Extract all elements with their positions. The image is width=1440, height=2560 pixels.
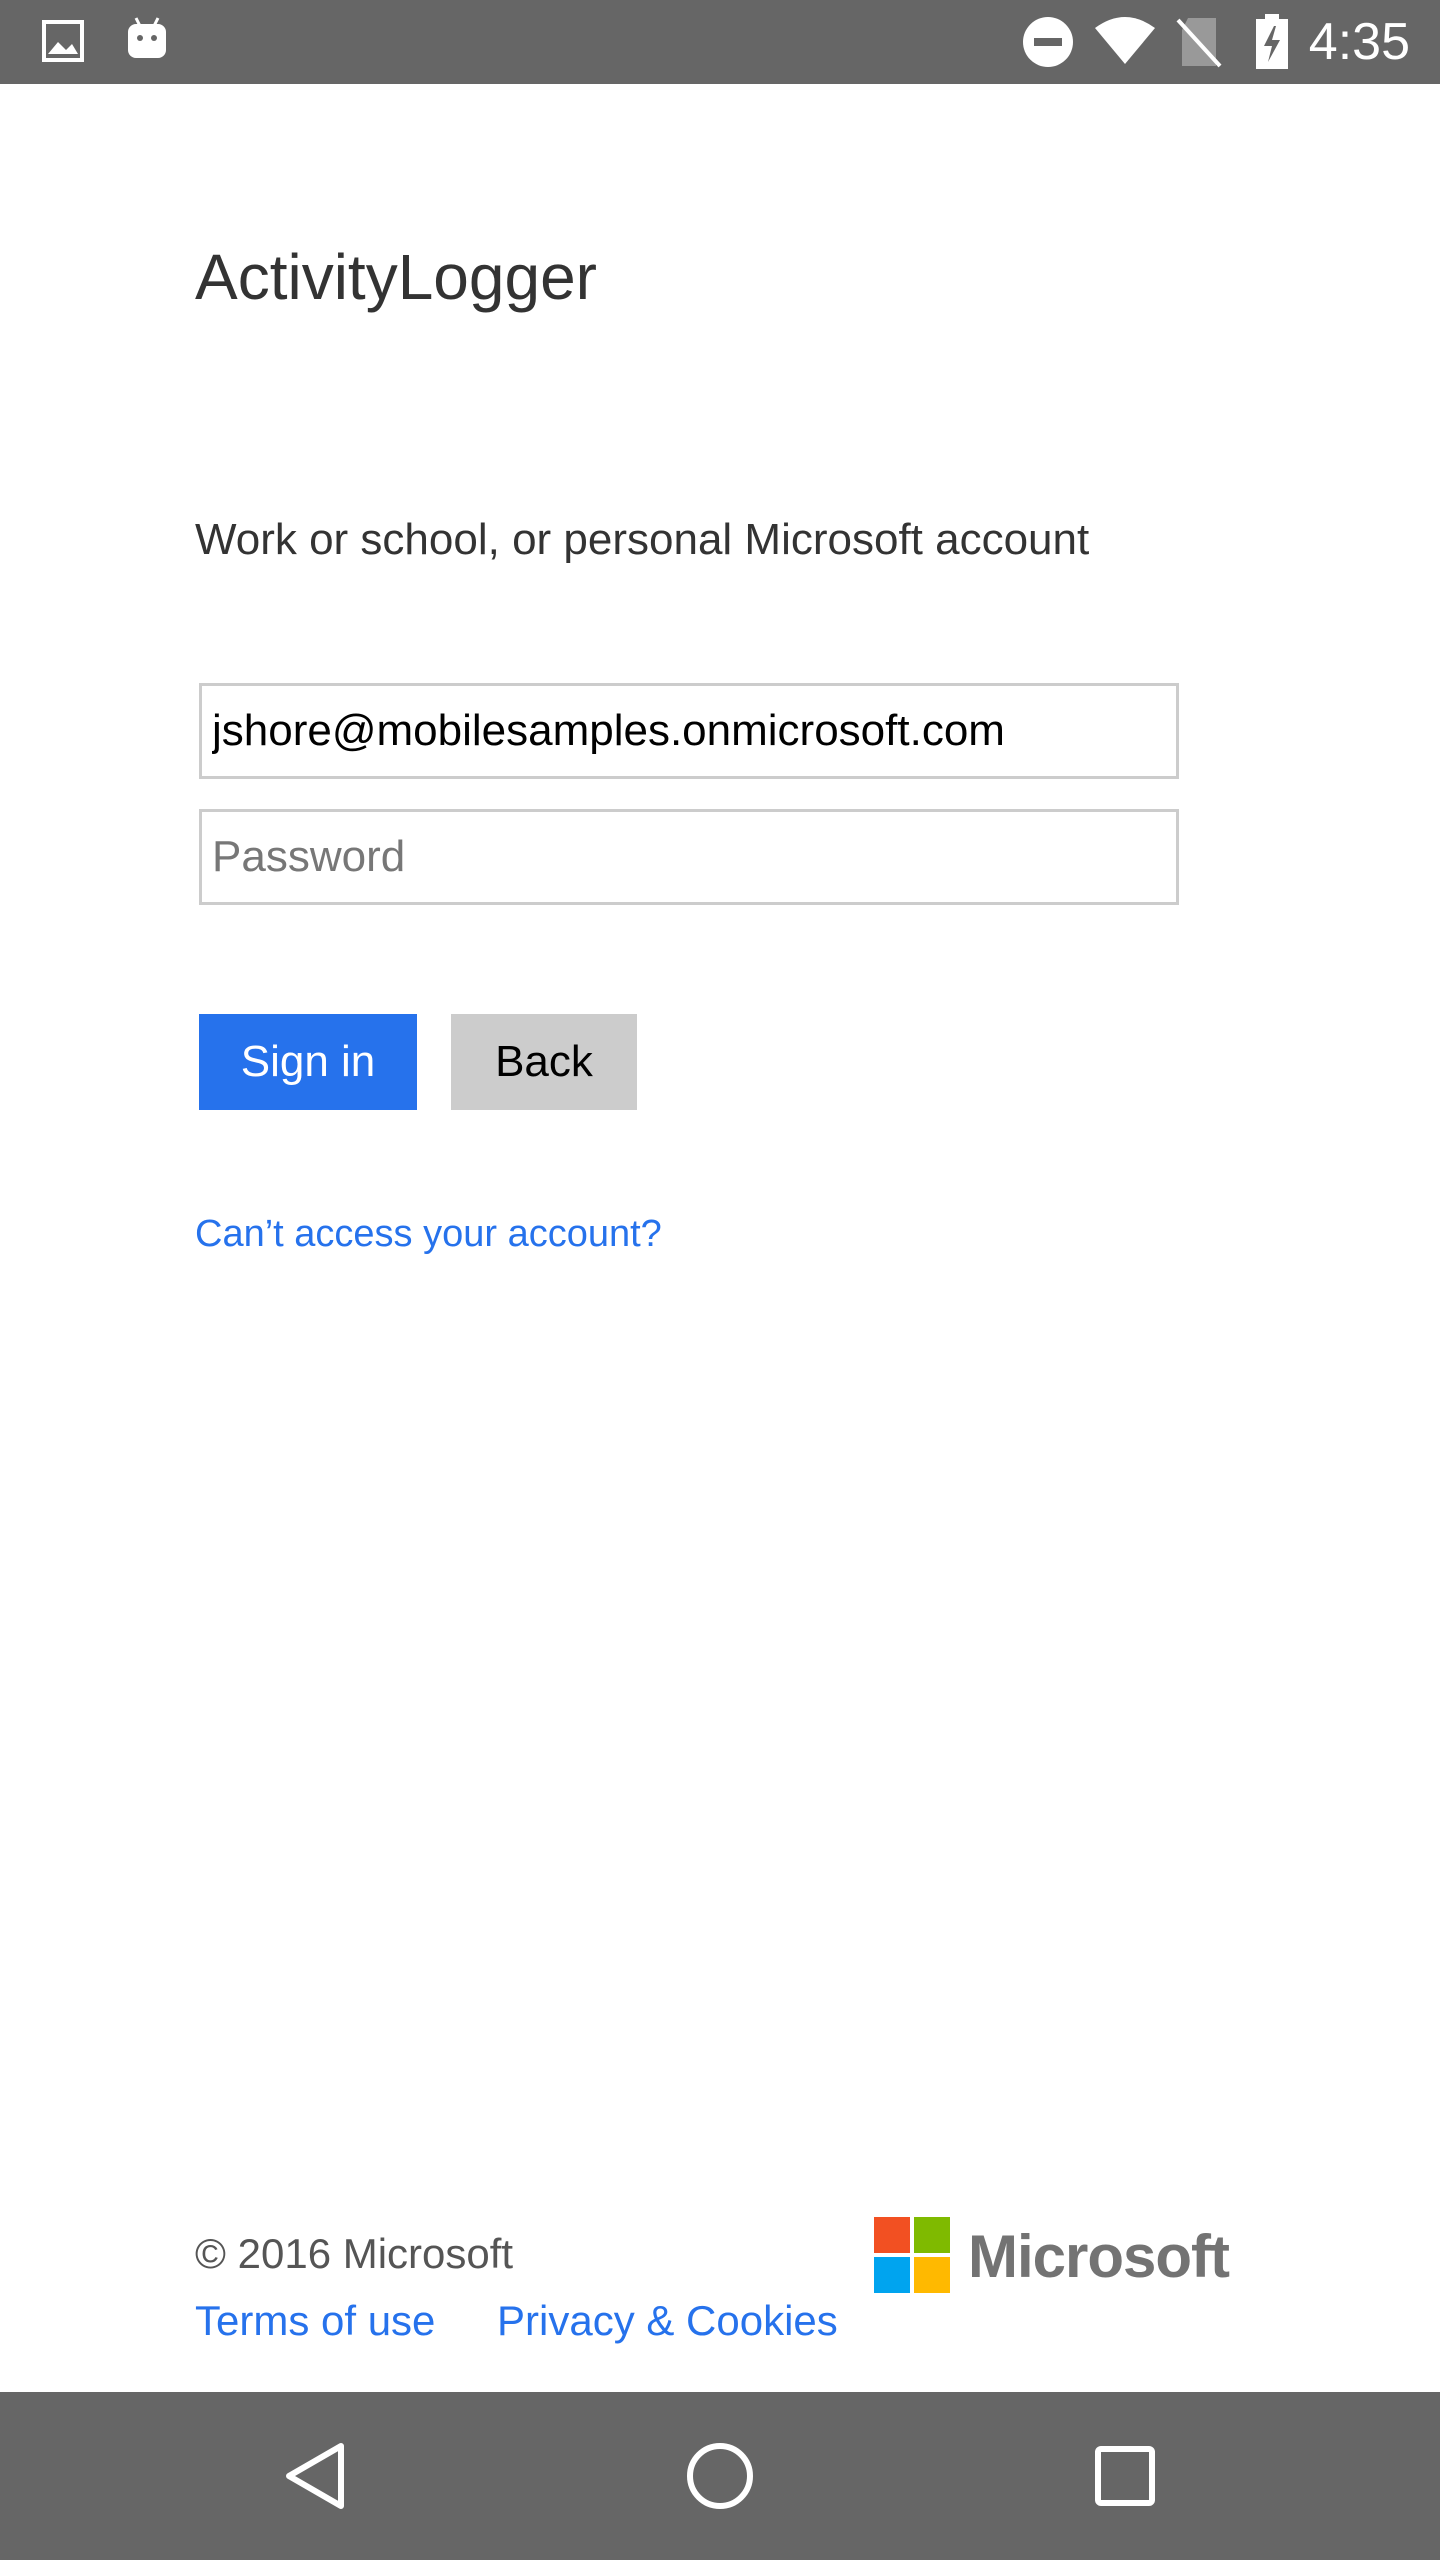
app-title: ActivityLogger [195,241,597,313]
navigation-bar [0,2392,1440,2560]
microsoft-logo-icon [874,2217,950,2293]
copyright-text: © 2016 Microsoft [195,2230,514,2277]
account-type-label: Work or school, or personal Microsoft ac… [195,515,1090,564]
recents-icon [1095,2446,1155,2506]
android-icon [126,16,168,67]
password-field[interactable] [199,809,1179,905]
home-icon [687,2443,753,2509]
do-not-disturb-icon [1022,16,1074,73]
email-field[interactable] [199,683,1179,779]
status-bar: 4:35 [0,0,1440,84]
microsoft-logo-text: Microsoft [968,2223,1230,2290]
sign-in-button[interactable]: Sign in [199,1014,417,1110]
wifi-icon [1094,16,1156,71]
image-icon [42,20,84,67]
back-icon [286,2443,344,2509]
status-time: 4:35 [1308,13,1410,71]
back-button[interactable]: Back [451,1014,637,1110]
cant-access-account-link[interactable]: Can’t access your account? [195,1213,662,1256]
privacy-cookies-link[interactable]: Privacy & Cookies [497,2297,838,2345]
no-sim-icon [1176,16,1222,73]
microsoft-logo: Microsoft [874,2217,1230,2297]
nav-home-button[interactable] [620,2392,820,2560]
nav-back-button[interactable] [215,2392,415,2560]
nav-recents-button[interactable] [1025,2392,1225,2560]
terms-of-use-link[interactable]: Terms of use [195,2297,435,2345]
battery-charging-icon [1254,14,1290,75]
